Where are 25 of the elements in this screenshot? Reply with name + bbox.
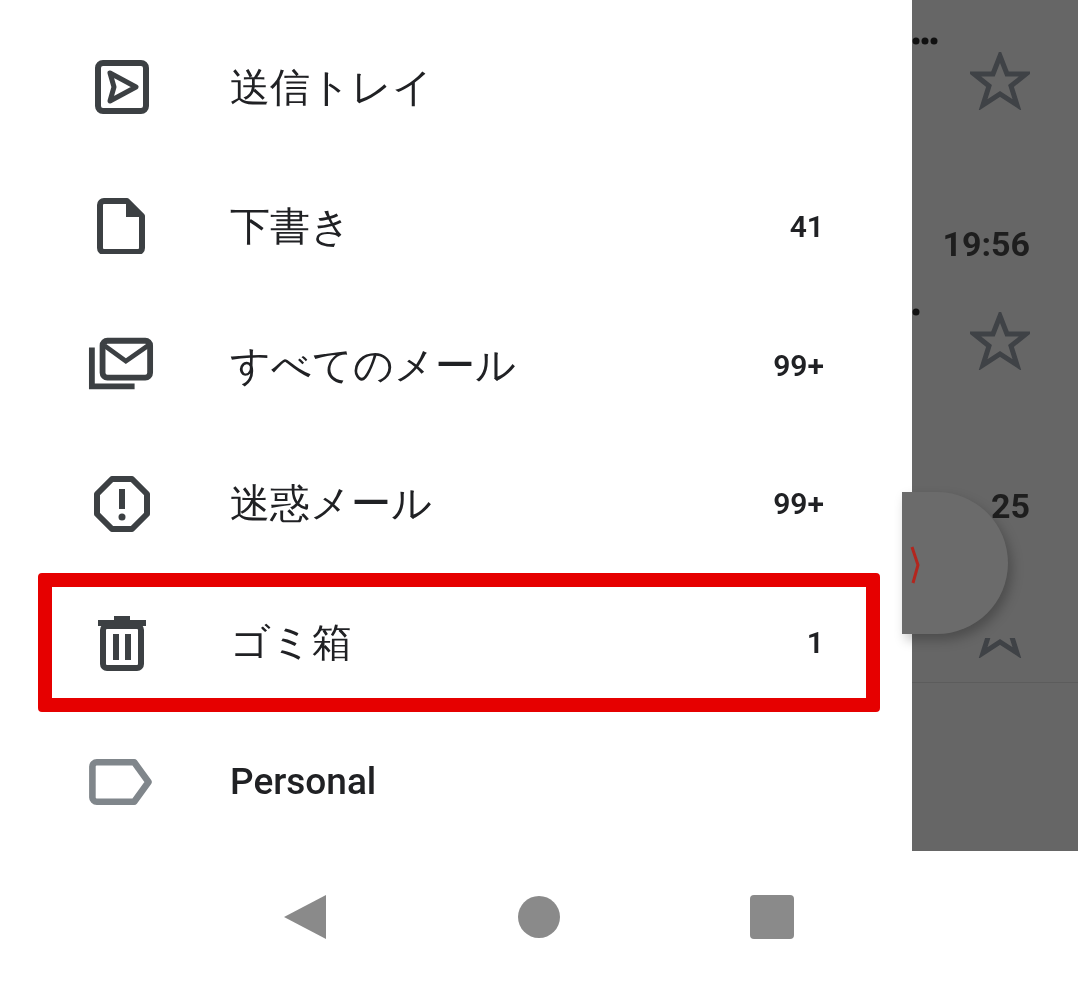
mail-time: 25: [991, 486, 1030, 526]
warning-octagon-icon: [94, 475, 150, 532]
unread-count: 41: [789, 208, 824, 244]
star-icon[interactable]: [970, 52, 1030, 110]
mail-time: 19:56: [942, 224, 1030, 264]
unread-count: 99+: [773, 347, 824, 383]
menu-item[interactable]: すべてのメール 99+: [38, 295, 880, 435]
unread-count: 99+: [773, 486, 824, 522]
menu-item-label: Personal: [230, 760, 378, 804]
star-icon[interactable]: [970, 312, 1030, 370]
menu-item-label: 送信トレイ: [230, 62, 434, 113]
ellipsis-icon: [912, 37, 939, 45]
menu-item[interactable]: 下書き 41: [38, 156, 880, 296]
ellipsis-icon: [912, 308, 921, 316]
menu-item-label: ゴミ箱: [230, 618, 353, 669]
menu-item-label: すべてのメール: [230, 340, 517, 391]
menu-item-label: 迷惑メール: [230, 479, 433, 530]
unread-count: 1: [806, 625, 824, 661]
recents-icon[interactable]: [747, 892, 796, 941]
send-icon: [94, 59, 150, 116]
menu-item[interactable]: 迷惑メール 99+: [38, 434, 880, 574]
menu-item[interactable]: 送信トレイ: [38, 18, 880, 157]
highlighted-menu-item[interactable]: ゴミ箱 1: [38, 573, 880, 713]
menu-item-label: 下書き: [230, 201, 352, 252]
menu-item[interactable]: Personal: [38, 712, 880, 851]
